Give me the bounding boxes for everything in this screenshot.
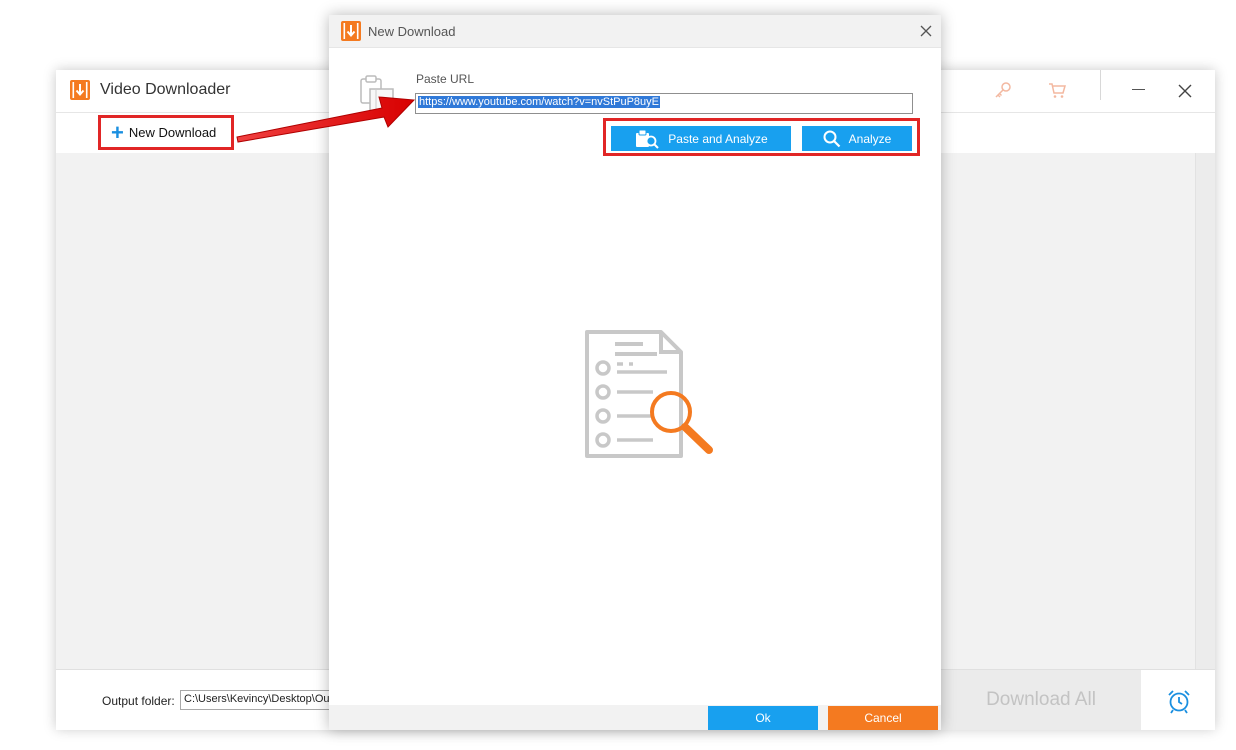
search-icon xyxy=(823,130,840,147)
new-download-dialog: New Download Paste URL https://www.youtu… xyxy=(329,15,941,730)
analyze-button[interactable]: Analyze xyxy=(802,126,912,151)
document-search-illustration xyxy=(585,330,713,458)
app-logo-icon xyxy=(341,21,361,41)
dialog-title: New Download xyxy=(368,24,456,39)
alarm-clock-icon[interactable] xyxy=(1166,688,1192,714)
analyze-label: Analyze xyxy=(848,131,892,146)
output-folder-field[interactable]: C:\Users\Kevincy\Desktop\Out xyxy=(180,690,350,710)
app-title: Video Downloader xyxy=(100,81,231,98)
new-download-label: New Download xyxy=(128,125,217,140)
close-icon[interactable] xyxy=(1178,84,1192,98)
titlebar-separator xyxy=(1100,70,1101,100)
url-input[interactable]: https://www.youtube.com/watch?v=nvStPuP8… xyxy=(415,93,913,114)
dialog-close-icon[interactable] xyxy=(920,25,932,37)
paste-and-analyze-button[interactable]: Paste and Analyze xyxy=(611,126,791,151)
minimize-icon[interactable] xyxy=(1132,89,1145,90)
paste-url-label: Paste URL xyxy=(416,72,475,86)
key-icon[interactable] xyxy=(993,80,1013,100)
paste-analyze-icon xyxy=(636,129,660,149)
analyze-buttons-highlight: Paste and Analyze Analyze xyxy=(603,118,920,156)
paste-and-analyze-label: Paste and Analyze xyxy=(668,131,768,146)
download-all-button[interactable]: Download All xyxy=(941,670,1141,730)
url-value: https://www.youtube.com/watch?v=nvStPuP8… xyxy=(418,96,660,108)
app-logo-icon xyxy=(70,80,90,100)
cancel-button[interactable]: Cancel xyxy=(828,706,938,730)
plus-icon: + xyxy=(111,119,124,145)
dialog-titlebar: New Download xyxy=(329,15,941,48)
output-folder-label: Output folder: xyxy=(102,694,175,708)
new-download-button[interactable]: + New Download xyxy=(98,115,234,150)
dialog-footer: Ok Cancel xyxy=(329,705,941,730)
list-scrollbar[interactable] xyxy=(1195,153,1215,669)
ok-button[interactable]: Ok xyxy=(708,706,818,730)
clipboard-icon xyxy=(360,75,394,118)
cart-icon[interactable] xyxy=(1047,80,1067,100)
